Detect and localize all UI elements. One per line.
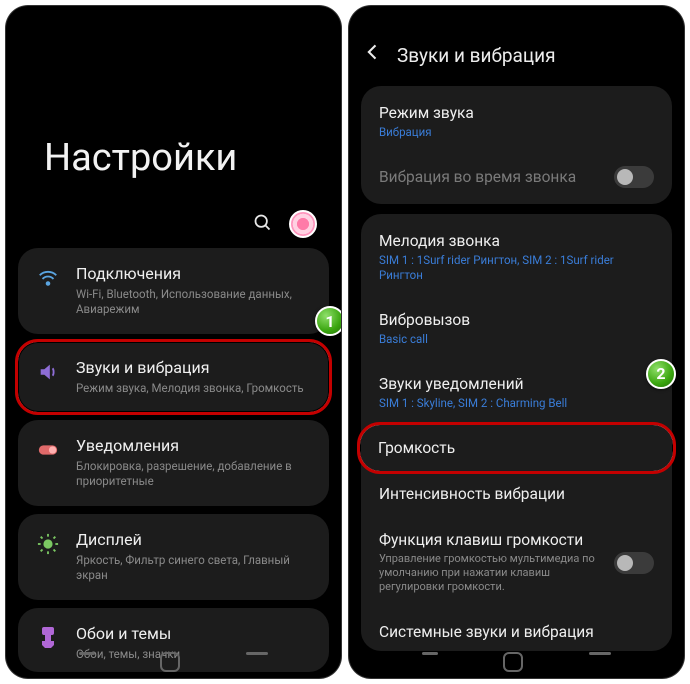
nav-bar [349, 652, 684, 672]
settings-list: 1 Подключения Wi-Fi, Bluetooth, Использо… [6, 248, 341, 678]
row-title: Системные звуки и вибрация [379, 623, 654, 641]
row-sound-mode[interactable]: Режим звука Вибрация [361, 90, 672, 154]
item-title: Обои и темы [76, 624, 311, 645]
row-vibration-intensity[interactable]: Интенсивность вибрации [361, 471, 672, 517]
item-title: Дисплей [76, 530, 311, 551]
row-sub: Basic call [379, 332, 654, 347]
back-icon[interactable] [363, 42, 383, 68]
row-notification-sounds[interactable]: Звуки уведомлений SIM 1 : Skyline, SIM 2… [361, 361, 672, 425]
callout-badge-2: 2 [646, 359, 676, 389]
item-sub: Яркость, Фильтр синего света, Главный эк… [76, 553, 311, 584]
nav-home[interactable] [160, 652, 180, 672]
toggle-switch[interactable] [614, 166, 654, 188]
item-title: Подключения [76, 264, 311, 285]
search-icon[interactable] [252, 212, 273, 237]
row-volume[interactable]: Громкость [360, 425, 673, 471]
row-title: Режим звука [379, 104, 654, 122]
row-title: Интенсивность вибрации [379, 485, 654, 503]
item-title: Звуки и вибрация [76, 358, 311, 379]
row-title: Вибровызов [379, 311, 654, 329]
item-sub: Блокировка, разрешение, добавление в при… [76, 459, 311, 490]
avatar[interactable] [289, 210, 317, 238]
settings-item-connections[interactable]: Подключения Wi-Fi, Bluetooth, Использова… [18, 248, 329, 334]
page-title: Настройки [6, 6, 341, 180]
row-volume-key-function[interactable]: Функция клавиш громкости Управление гром… [361, 517, 672, 609]
callout-badge-1: 1 [315, 306, 341, 336]
panel-sound-settings: 2 Мелодия звонка SIM 1 : 1Surf rider Рин… [361, 214, 672, 651]
nav-home[interactable] [503, 652, 523, 672]
item-sub: Wi-Fi, Bluetooth, Использование данных, … [76, 287, 311, 318]
nav-bar [6, 652, 341, 672]
row-title: Громкость [378, 439, 655, 457]
item-sub: Режим звука, Мелодия звонка, Громкость [76, 381, 311, 397]
row-vibration-pattern[interactable]: Вибровызов Basic call [361, 297, 672, 361]
sounds-screen: Звуки и вибрация Режим звука Вибрация Ви… [349, 6, 684, 678]
row-sub: SIM 1 : Skyline, SIM 2 : Charming Bell [379, 396, 654, 411]
settings-screen: Настройки 1 Подключения Wi-Fi, Bluetooth… [6, 6, 341, 678]
top-row [6, 180, 341, 248]
header: Звуки и вибрация [349, 6, 684, 86]
wifi-icon [36, 266, 60, 290]
notification-icon [36, 438, 60, 462]
settings-item-display[interactable]: Дисплей Яркость, Фильтр синего света, Гл… [18, 514, 329, 600]
row-title: Вибрация во время звонка [379, 168, 654, 186]
settings-item-sounds[interactable]: Звуки и вибрация Режим звука, Мелодия зв… [18, 342, 329, 412]
toggle-switch[interactable] [614, 552, 654, 574]
row-desc: Управление громкостью мультимедиа по умо… [379, 552, 654, 595]
nav-back[interactable] [589, 652, 611, 655]
nav-recent[interactable] [422, 652, 438, 655]
row-title: Функция клавиш громкости [379, 531, 654, 549]
display-icon [36, 532, 60, 556]
row-sub: Вибрация [379, 125, 654, 140]
header-title: Звуки и вибрация [397, 44, 556, 67]
row-system-sounds[interactable]: Системные звуки и вибрация [361, 609, 672, 647]
sound-icon [36, 360, 60, 384]
row-ringtone[interactable]: Мелодия звонка SIM 1 : 1Surf rider Рингт… [361, 218, 672, 297]
row-sub: SIM 1 : 1Surf rider Рингтон, SIM 2 : 1Su… [379, 253, 654, 283]
nav-back[interactable] [246, 652, 268, 655]
nav-recent[interactable] [79, 652, 95, 655]
item-title: Уведомления [76, 436, 311, 457]
row-title: Мелодия звонка [379, 232, 654, 250]
row-title: Звуки уведомлений [379, 375, 654, 393]
wallpaper-icon [36, 626, 60, 650]
row-vibrate-while-ringing[interactable]: Вибрация во время звонка [361, 154, 672, 200]
settings-item-notifications[interactable]: Уведомления Блокировка, разрешение, доба… [18, 420, 329, 506]
panel-sound-mode: Режим звука Вибрация Вибрация во время з… [361, 86, 672, 204]
